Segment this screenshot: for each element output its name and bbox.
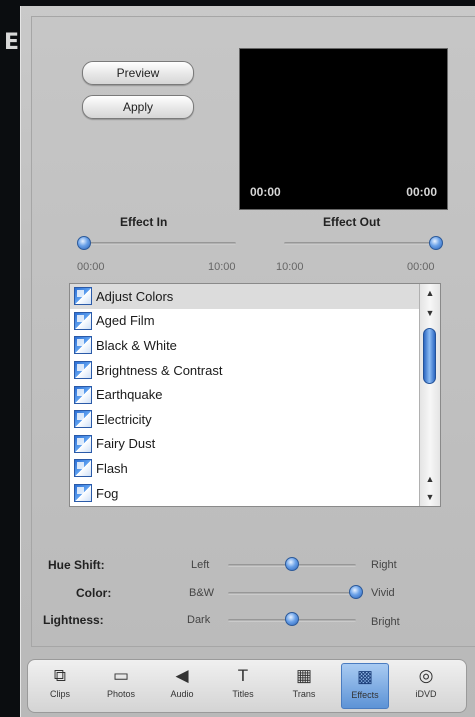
- tab-label: Titles: [232, 689, 254, 699]
- tab-audio[interactable]: ◀ Audio: [158, 663, 206, 709]
- list-item-label: Fog: [96, 485, 119, 501]
- list-item-label: Earthquake: [96, 387, 163, 403]
- scroll-up-arrow-icon[interactable]: ▲: [420, 288, 440, 298]
- tab-photos[interactable]: ▭ Photos: [97, 663, 145, 709]
- tab-clips[interactable]: ⧉ Clips: [36, 663, 84, 709]
- list-item-label: Black & White: [96, 337, 177, 353]
- hue-shift-max: Right: [371, 559, 397, 571]
- effect-icon: [74, 434, 92, 453]
- effect-icon: [74, 287, 92, 306]
- effect-icon: [74, 484, 92, 503]
- effect-out-slider-track[interactable]: [284, 242, 436, 245]
- pane-switcher-toolbar: ⧉ Clips ▭ Photos ◀ Audio T Titles ▦ Trans ▩ Ef…: [27, 659, 467, 713]
- color-label: Color:: [76, 586, 112, 600]
- effect-out-slider-knob[interactable]: [429, 236, 443, 250]
- preview-button[interactable]: Preview: [82, 61, 194, 85]
- preview-monitor: 00:00 00:00: [239, 48, 448, 210]
- list-item-label: Aged Film: [96, 313, 155, 329]
- tab-trans[interactable]: ▦ Trans: [280, 663, 328, 709]
- effect-icon: [74, 336, 92, 355]
- scroll-thumb[interactable]: [423, 328, 436, 384]
- list-item[interactable]: Adjust Colors: [70, 284, 440, 309]
- lightness-min: Dark: [187, 614, 211, 626]
- list-item-label: Electricity: [96, 411, 152, 427]
- effects-icon: ▩: [356, 667, 374, 686]
- list-item[interactable]: Electricity: [70, 407, 440, 432]
- effect-in-slider-knob[interactable]: [77, 236, 91, 250]
- apply-button[interactable]: Apply: [82, 95, 194, 119]
- color-max: Vivid: [371, 587, 395, 599]
- list-item[interactable]: Black & White: [70, 333, 440, 358]
- hue-shift-slider-knob[interactable]: [285, 557, 299, 571]
- lightness-max: Bright: [371, 616, 400, 628]
- tab-idvd[interactable]: ◎ iDVD: [402, 663, 450, 709]
- titles-icon: T: [237, 666, 249, 685]
- effect-out-start: 10:00: [276, 261, 304, 273]
- monitor-time-left: 00:00: [250, 185, 281, 199]
- scroll-up-arrow-icon[interactable]: ▲: [420, 474, 440, 484]
- list-item[interactable]: Brightness & Contrast: [70, 358, 440, 383]
- tab-label: Audio: [170, 689, 194, 699]
- tab-label: Clips: [49, 689, 70, 699]
- list-item-label: Brightness & Contrast: [96, 362, 223, 378]
- tab-label: iDVD: [415, 689, 437, 699]
- scroll-down-arrow-icon[interactable]: ▼: [420, 308, 440, 318]
- effect-in-slider-track[interactable]: [84, 242, 236, 245]
- effect-out-end: 00:00: [407, 261, 435, 273]
- effect-icon: [74, 410, 92, 429]
- scroll-down-arrow-icon[interactable]: ▼: [420, 492, 440, 502]
- tab-label: Trans: [292, 689, 316, 699]
- tab-label: Effects: [351, 690, 379, 700]
- effect-icon: [74, 459, 92, 478]
- list-item[interactable]: Fog: [70, 481, 440, 506]
- hue-shift-label: Hue Shift:: [48, 558, 105, 572]
- effect-out-label: Effect Out: [323, 215, 381, 229]
- effect-in-label: Effect In: [120, 215, 168, 229]
- list-scrollbar[interactable]: ▲ ▼ ▲ ▼: [419, 284, 440, 506]
- list-item-label: Adjust Colors: [96, 288, 174, 304]
- effect-in-start: 00:00: [77, 261, 105, 273]
- list-item-label: Flash: [96, 460, 128, 476]
- effects-list[interactable]: Adjust Colors Aged Film Black & White Br…: [69, 283, 441, 507]
- list-item-label: Fairy Dust: [96, 436, 156, 452]
- list-item[interactable]: Fairy Dust: [70, 432, 440, 457]
- effect-icon: [74, 311, 92, 330]
- lightness-label: Lightness:: [43, 613, 104, 627]
- list-item[interactable]: Aged Film: [70, 309, 440, 334]
- color-min: B&W: [189, 587, 215, 599]
- tab-label: Photos: [106, 689, 136, 699]
- list-item[interactable]: Earthquake: [70, 382, 440, 407]
- hue-shift-min: Left: [191, 559, 210, 571]
- photos-icon: ▭: [112, 666, 130, 685]
- effect-icon: [74, 385, 92, 404]
- tab-titles[interactable]: T Titles: [219, 663, 267, 709]
- list-item[interactable]: Flash: [70, 456, 440, 481]
- effects-pane: Preview Apply 00:00 00:00 Effect In 00:0…: [20, 6, 475, 717]
- transitions-icon: ▦: [295, 666, 313, 685]
- desktop-edge-letter: E: [4, 30, 20, 55]
- clips-icon: ⧉: [53, 666, 67, 685]
- idvd-icon: ◎: [418, 666, 434, 685]
- color-slider-knob[interactable]: [349, 585, 363, 599]
- monitor-time-right: 00:00: [406, 185, 437, 199]
- audio-icon: ◀: [175, 666, 189, 685]
- effect-in-end: 10:00: [208, 261, 236, 273]
- lightness-slider-knob[interactable]: [285, 612, 299, 626]
- effect-icon: [74, 361, 92, 380]
- tab-effects[interactable]: ▩ Effects: [341, 663, 389, 709]
- color-slider-track[interactable]: [228, 592, 356, 595]
